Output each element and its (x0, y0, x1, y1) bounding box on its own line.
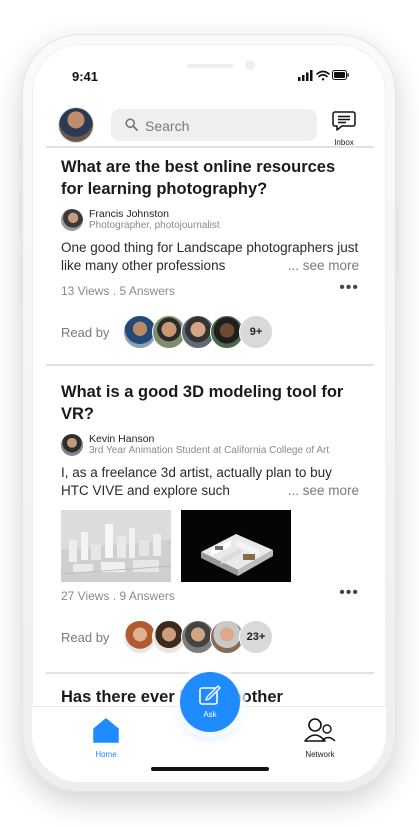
author-info[interactable]: Kevin Hanson 3rd Year Animation Student … (61, 432, 361, 460)
answer-excerpt[interactable]: One good thing for Landscape photographe… (61, 239, 361, 275)
front-camera (245, 60, 255, 70)
answers-count[interactable]: 9 Answers (120, 589, 175, 603)
search-input[interactable] (143, 109, 312, 143)
nav-network[interactable]: Network (290, 717, 350, 759)
author-avatar[interactable] (61, 209, 83, 231)
mute-switch (19, 139, 22, 165)
profile-avatar[interactable] (59, 108, 93, 142)
question-stats: 13 Views . 5 Answers ••• (61, 279, 361, 300)
author-info[interactable]: Francis Johnston Photographer, photojour… (61, 207, 361, 235)
author-role: 3rd Year Animation Student at California… (89, 445, 330, 456)
author-avatar[interactable] (61, 434, 83, 456)
search-bar[interactable] (111, 109, 317, 143)
wifi-icon (316, 70, 330, 81)
city-model-image[interactable] (61, 510, 171, 582)
stat-separator: . (112, 284, 120, 298)
question-card[interactable]: What is a good 3D modeling tool for VR? … (61, 381, 361, 656)
question-feed[interactable]: What are the best online resources for l… (32, 146, 386, 706)
stat-separator: . (112, 589, 120, 603)
ask-label: Ask (203, 710, 217, 719)
battery-icon (332, 70, 349, 80)
phone-frame: 9:41 Search Inbox What are the best onli… (19, 34, 399, 792)
inbox-icon (332, 111, 356, 131)
feed-divider (46, 364, 374, 366)
question-stats: 27 Views . 9 Answers ••• (61, 584, 361, 605)
speaker-grille (187, 64, 233, 68)
question-title[interactable]: What are the best online resources for l… (61, 156, 361, 200)
more-readers-badge[interactable]: 23+ (239, 620, 273, 654)
inbox-button[interactable]: Inbox (330, 110, 358, 147)
status-time: 9:41 (72, 69, 99, 84)
more-readers-badge[interactable]: 9+ (239, 315, 273, 349)
author-name[interactable]: Kevin Hanson (89, 433, 154, 445)
author-role: Photographer, photojournalist (89, 220, 220, 231)
home-indicator[interactable] (151, 767, 269, 771)
more-icon[interactable]: ••• (339, 584, 359, 602)
ask-button[interactable]: Ask (180, 672, 240, 732)
more-icon[interactable]: ••• (339, 279, 359, 297)
top-bar: Inbox (32, 94, 386, 147)
search-icon (125, 118, 138, 131)
read-by-row[interactable]: Read by 9+ (61, 315, 361, 351)
volume-up-button (19, 186, 22, 238)
ask-icon (199, 685, 221, 705)
answer-excerpt[interactable]: I, as a freelance 3d artist, actually pl… (61, 464, 361, 500)
nav-home-label: Home (95, 750, 117, 759)
house-model-image[interactable] (181, 510, 291, 582)
power-button (396, 206, 399, 276)
views-count: 13 Views (61, 284, 110, 298)
answer-images (61, 510, 361, 584)
read-by-label: Read by (61, 630, 110, 645)
question-card[interactable]: What are the best online resources for l… (61, 156, 361, 351)
views-count: 27 Views (61, 589, 110, 603)
read-by-row[interactable]: Read by 23+ (61, 620, 361, 656)
see-more-link[interactable]: ... see more (283, 257, 359, 275)
see-more-link[interactable]: ... see more (283, 482, 359, 500)
question-title[interactable]: What is a good 3D modeling tool for VR? (61, 381, 361, 425)
nav-network-label: Network (305, 750, 335, 759)
feed-divider (46, 146, 374, 148)
answers-count[interactable]: 5 Answers (120, 284, 175, 298)
screen: 9:41 Search Inbox What are the best onli… (32, 44, 386, 782)
status-icons (298, 69, 350, 81)
read-by-label: Read by (61, 325, 110, 340)
network-icon (304, 718, 336, 742)
home-icon (93, 718, 119, 743)
nav-home[interactable]: Home (76, 717, 136, 759)
volume-down-button (19, 256, 22, 308)
signal-icon (298, 70, 313, 81)
author-name[interactable]: Francis Johnston (89, 208, 169, 220)
